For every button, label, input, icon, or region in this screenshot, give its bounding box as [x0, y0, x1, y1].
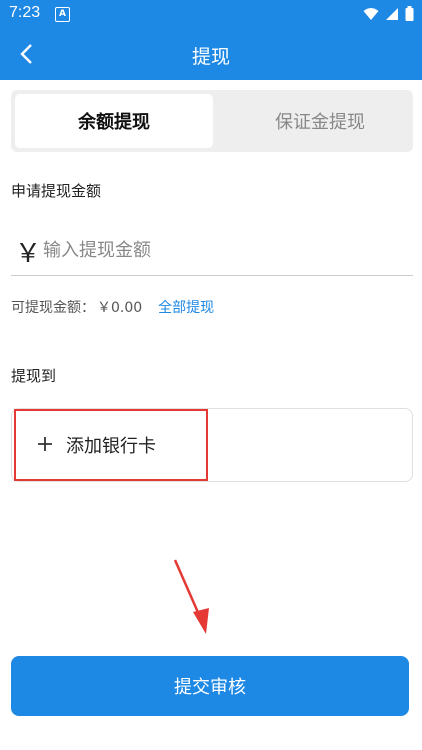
withdraw-all-link[interactable]: 全部提现	[158, 297, 214, 317]
notification-icon: A	[55, 7, 70, 22]
available-label: 可提现金额：	[11, 300, 95, 316]
tab-bar: 余额提现 保证金提现	[11, 90, 413, 152]
status-icons	[363, 6, 414, 25]
signal-icon	[385, 6, 399, 25]
available-value: ￥0.00	[97, 300, 143, 316]
amount-label: 申请提现金额	[11, 182, 102, 200]
tab-deposit-withdraw[interactable]: 保证金提现	[221, 94, 419, 148]
battery-icon	[405, 6, 414, 25]
available-amount-row: 可提现金额： ￥0.00 全部提现	[11, 297, 214, 317]
amount-field: ￥	[11, 225, 413, 276]
plus-icon	[38, 434, 52, 456]
status-bar: 7:23 A	[0, 0, 422, 28]
app-bar: 提现	[0, 28, 422, 80]
destination-label: 提现到	[11, 367, 57, 385]
add-bank-card-label: 添加银行卡	[66, 436, 156, 457]
page-title: 提现	[191, 46, 230, 68]
submit-button[interactable]: 提交审核	[11, 656, 409, 716]
tab-balance-withdraw[interactable]: 余额提现	[15, 94, 213, 148]
amount-input[interactable]	[41, 234, 405, 266]
status-time: 7:23	[9, 4, 41, 21]
wifi-icon	[363, 6, 379, 25]
add-bank-card-button[interactable]: 添加银行卡	[14, 409, 208, 481]
currency-symbol: ￥	[15, 239, 42, 269]
